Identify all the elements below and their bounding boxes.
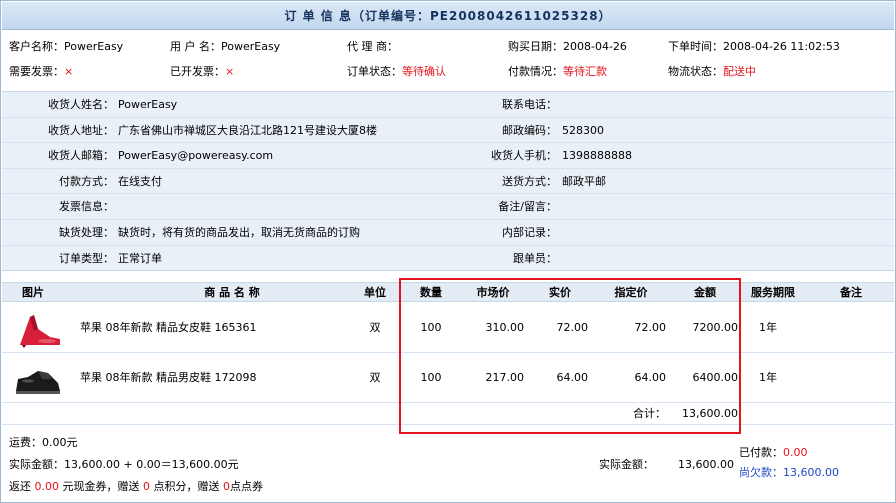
email: PowerEasy@powereasy.com xyxy=(118,149,274,163)
logistics-status: 物流状态：配送中 xyxy=(668,65,756,78)
ship-method-label: 送货方式： xyxy=(502,174,557,188)
order-info-row-1: 客户名称：PowerEasy 用 户 名：PowerEasy 代 理 商： 购买… xyxy=(2,36,894,58)
order-detail-panel: 订 单 信 息（订单编号：PE2008042611025328） 客户名称：Po… xyxy=(0,0,896,503)
recipient-row: 订单类型： 正常订单 跟单员： xyxy=(2,246,894,272)
zip-label: 邮政编码： xyxy=(502,123,557,137)
recipient-name: PowerEasy xyxy=(118,98,178,111)
owed-amount: 尚欠款：13,600.00 xyxy=(739,466,839,479)
col-image: 图片 xyxy=(22,286,44,299)
customer-name: 客户名称：PowerEasy xyxy=(9,40,124,53)
red-shoe-image[interactable] xyxy=(14,307,62,349)
actual-amount-formula: 实际金额：13,600.00 + 0.00＝13,600.00元 xyxy=(9,458,239,471)
recipient-name-label: 收货人姓名： xyxy=(48,98,114,111)
col-service: 服务期限 xyxy=(751,286,795,299)
recipient-row: 发票信息： 备注/留言： xyxy=(2,194,894,220)
shortage: 缺货时，将有货的商品发出，取消无货商品的订购 xyxy=(118,226,360,239)
need-invoice: 需要发票：× xyxy=(9,65,74,78)
address-label: 收货人地址： xyxy=(48,123,114,137)
pay-method: 在线支付 xyxy=(118,174,162,188)
col-name: 商 品 名 称 xyxy=(204,286,260,299)
internal-label: 内部记录： xyxy=(502,226,557,239)
follow-label: 跟单员： xyxy=(513,251,557,265)
order-type: 正常订单 xyxy=(118,251,162,265)
return-points: 0 xyxy=(143,480,150,493)
recipient-info: 收货人姓名： PowerEasy 联系电话： 收货人地址： 广东省佛山市禅城区大… xyxy=(2,91,894,271)
paid-amount: 已付款：0.00 xyxy=(739,446,808,459)
highlight-box xyxy=(399,278,741,434)
zip: 528300 xyxy=(562,123,604,137)
recipient-row: 收货人邮箱： PowerEasy@powereasy.com 收货人手机： 13… xyxy=(2,143,894,169)
order-type-label: 订单类型： xyxy=(59,251,114,265)
product-name[interactable]: 苹果 08年新款 精品女皮鞋 165361 xyxy=(80,303,256,353)
product-name[interactable]: 苹果 08年新款 精品男皮鞋 172098 xyxy=(80,353,256,403)
black-shoe-icon xyxy=(16,371,60,394)
phone-label: 联系电话： xyxy=(502,98,557,111)
address: 广东省佛山市禅城区大良沿江北路121号建设大厦8楼 xyxy=(118,123,377,137)
email-label: 收货人邮箱： xyxy=(48,149,114,163)
pay-method-label: 付款方式： xyxy=(59,174,114,188)
order-title: 订 单 信 息（订单编号：PE2008042611025328） xyxy=(2,2,894,30)
invoice-info-label: 发票信息： xyxy=(59,200,114,214)
recipient-row: 收货人地址： 广东省佛山市禅城区大良沿江北路121号建设大厦8楼 邮政编码： 5… xyxy=(2,118,894,144)
service-term: 1年 xyxy=(759,321,777,334)
issued-invoice: 已开发票：× xyxy=(170,65,235,78)
actual-amount-label: 实际金额： xyxy=(599,458,654,471)
service-term: 1年 xyxy=(759,371,777,384)
agent: 代 理 商： xyxy=(347,40,398,53)
red-shoe-icon xyxy=(20,315,60,348)
shortage-label: 缺货处理： xyxy=(59,226,114,239)
return-coupon: 0 xyxy=(223,480,230,493)
order-status: 订单状态：等待确认 xyxy=(347,65,446,78)
order-info-row-2: 需要发票：× 已开发票：× 订单状态：等待确认 付款情况：等待汇款 物流状态：配… xyxy=(2,61,894,83)
recipient-row: 缺货处理： 缺货时，将有货的商品发出，取消无货商品的订购 内部记录： xyxy=(2,220,894,246)
col-unit: 单位 xyxy=(364,286,386,299)
return-cash: 0.00 xyxy=(34,480,60,493)
col-remark: 备注 xyxy=(840,286,862,299)
actual-amount-value: 13,600.00 xyxy=(678,458,734,471)
user-name: 用 户 名：PowerEasy xyxy=(170,40,281,53)
mobile: 1398888888 xyxy=(562,149,632,163)
recipient-row: 收货人姓名： PowerEasy 联系电话： xyxy=(2,92,894,118)
shipping-fee: 运费：0.00元 xyxy=(9,436,78,449)
note-label: 备注/留言： xyxy=(498,200,557,214)
recipient-row: 付款方式： 在线支付 送货方式： 邮政平邮 xyxy=(2,169,894,195)
unit: 双 xyxy=(369,371,381,384)
black-shoe-image[interactable] xyxy=(14,357,62,399)
mobile-label: 收货人手机： xyxy=(491,149,557,163)
order-time: 下单时间：2008-04-26 11:02:53 xyxy=(668,40,840,53)
ship-method: 邮政平邮 xyxy=(562,174,606,188)
return-info: 返还 0.00 元现金券，赠送 0 点积分，赠送 0点点券 xyxy=(9,480,263,493)
buy-date: 购买日期：2008-04-26 xyxy=(508,40,627,53)
unit: 双 xyxy=(369,321,381,334)
payment-status: 付款情况：等待汇款 xyxy=(508,65,607,78)
order-summary: 运费：0.00元 实际金额：13,600.00 + 0.00＝13,600.00… xyxy=(2,433,894,503)
